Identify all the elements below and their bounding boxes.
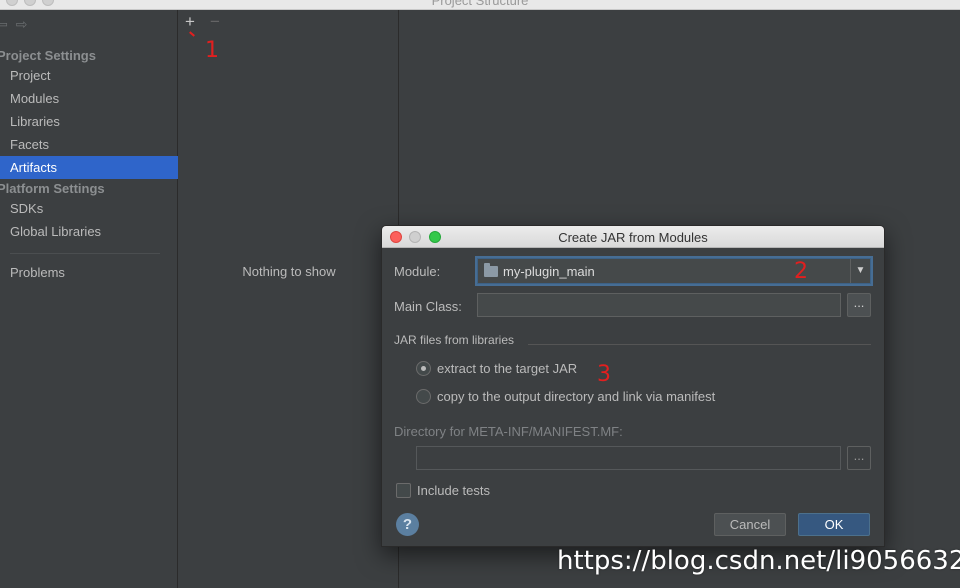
radio-extract[interactable] [416,361,431,376]
annotation-arrow [189,31,195,37]
artifacts-list-panel: + − 1 Nothing to show [179,10,399,588]
module-label: Module: [394,264,441,279]
main-class-browse-button[interactable]: ... [847,293,871,317]
sidebar-divider [10,253,160,254]
manifest-dir-input[interactable] [416,446,841,470]
sidebar-item-modules[interactable]: Modules [0,87,178,110]
module-combobox[interactable]: my-plugin_main ▼ [477,258,871,284]
radio-copy-label[interactable]: copy to the output directory and link vi… [437,389,715,404]
sidebar-item-libraries[interactable]: Libraries [0,110,178,133]
radio-extract-label[interactable]: extract to the target JAR [437,361,577,376]
ok-button[interactable]: OK [798,513,870,536]
annotation-2: 2 [794,259,808,284]
chevron-down-icon[interactable]: ▼ [850,259,870,283]
section-project-settings: Project Settings [0,48,96,63]
include-tests-label[interactable]: Include tests [417,483,490,498]
help-button[interactable]: ? [396,513,419,536]
remove-artifact-button[interactable]: − [210,12,220,32]
forward-arrow-icon[interactable]: ⇨ [16,16,28,33]
create-jar-dialog: Create JAR from Modules Module: my-plugi… [381,225,885,547]
group-separator [528,344,871,345]
sidebar-item-problems[interactable]: Problems [0,261,178,284]
main-class-input[interactable] [477,293,841,317]
sidebar-item-project[interactable]: Project [0,64,178,87]
add-artifact-button[interactable]: + [185,12,195,32]
watermark-text: https://blog.csdn.net/li905663280 [557,546,960,576]
dialog-titlebar: Create JAR from Modules [382,226,884,248]
section-platform-settings: Platform Settings [0,181,105,196]
annotation-3: 3 [597,362,611,387]
sidebar-item-facets[interactable]: Facets [0,133,178,156]
module-folder-icon [484,263,498,277]
include-tests-checkbox[interactable] [396,483,411,498]
cancel-button[interactable]: Cancel [714,513,786,536]
window-titlebar: Project Structure [0,0,960,10]
dialog-title: Create JAR from Modules [558,230,708,245]
module-value: my-plugin_main [503,264,595,279]
sidebar-item-sdks[interactable]: SDKs [0,197,178,220]
nav-arrows: ⇦ ⇨ [0,16,35,33]
sidebar-item-artifacts[interactable]: Artifacts [0,156,178,179]
main-class-label: Main Class: [394,299,462,314]
sidebar-item-global-libraries[interactable]: Global Libraries [0,220,178,243]
settings-sidebar: ⇦ ⇨ Project Settings Project Modules Libr… [0,10,178,588]
manifest-dir-label: Directory for META-INF/MANIFEST.MF: [394,424,623,439]
back-arrow-icon[interactable]: ⇦ [0,16,8,33]
window-title: Project Structure [431,0,529,8]
empty-state-text: Nothing to show [242,264,336,279]
radio-copy[interactable] [416,389,431,404]
manifest-dir-browse-button[interactable]: ... [847,446,871,470]
jar-group-label: JAR files from libraries [394,333,515,347]
annotation-1: 1 [205,38,219,63]
